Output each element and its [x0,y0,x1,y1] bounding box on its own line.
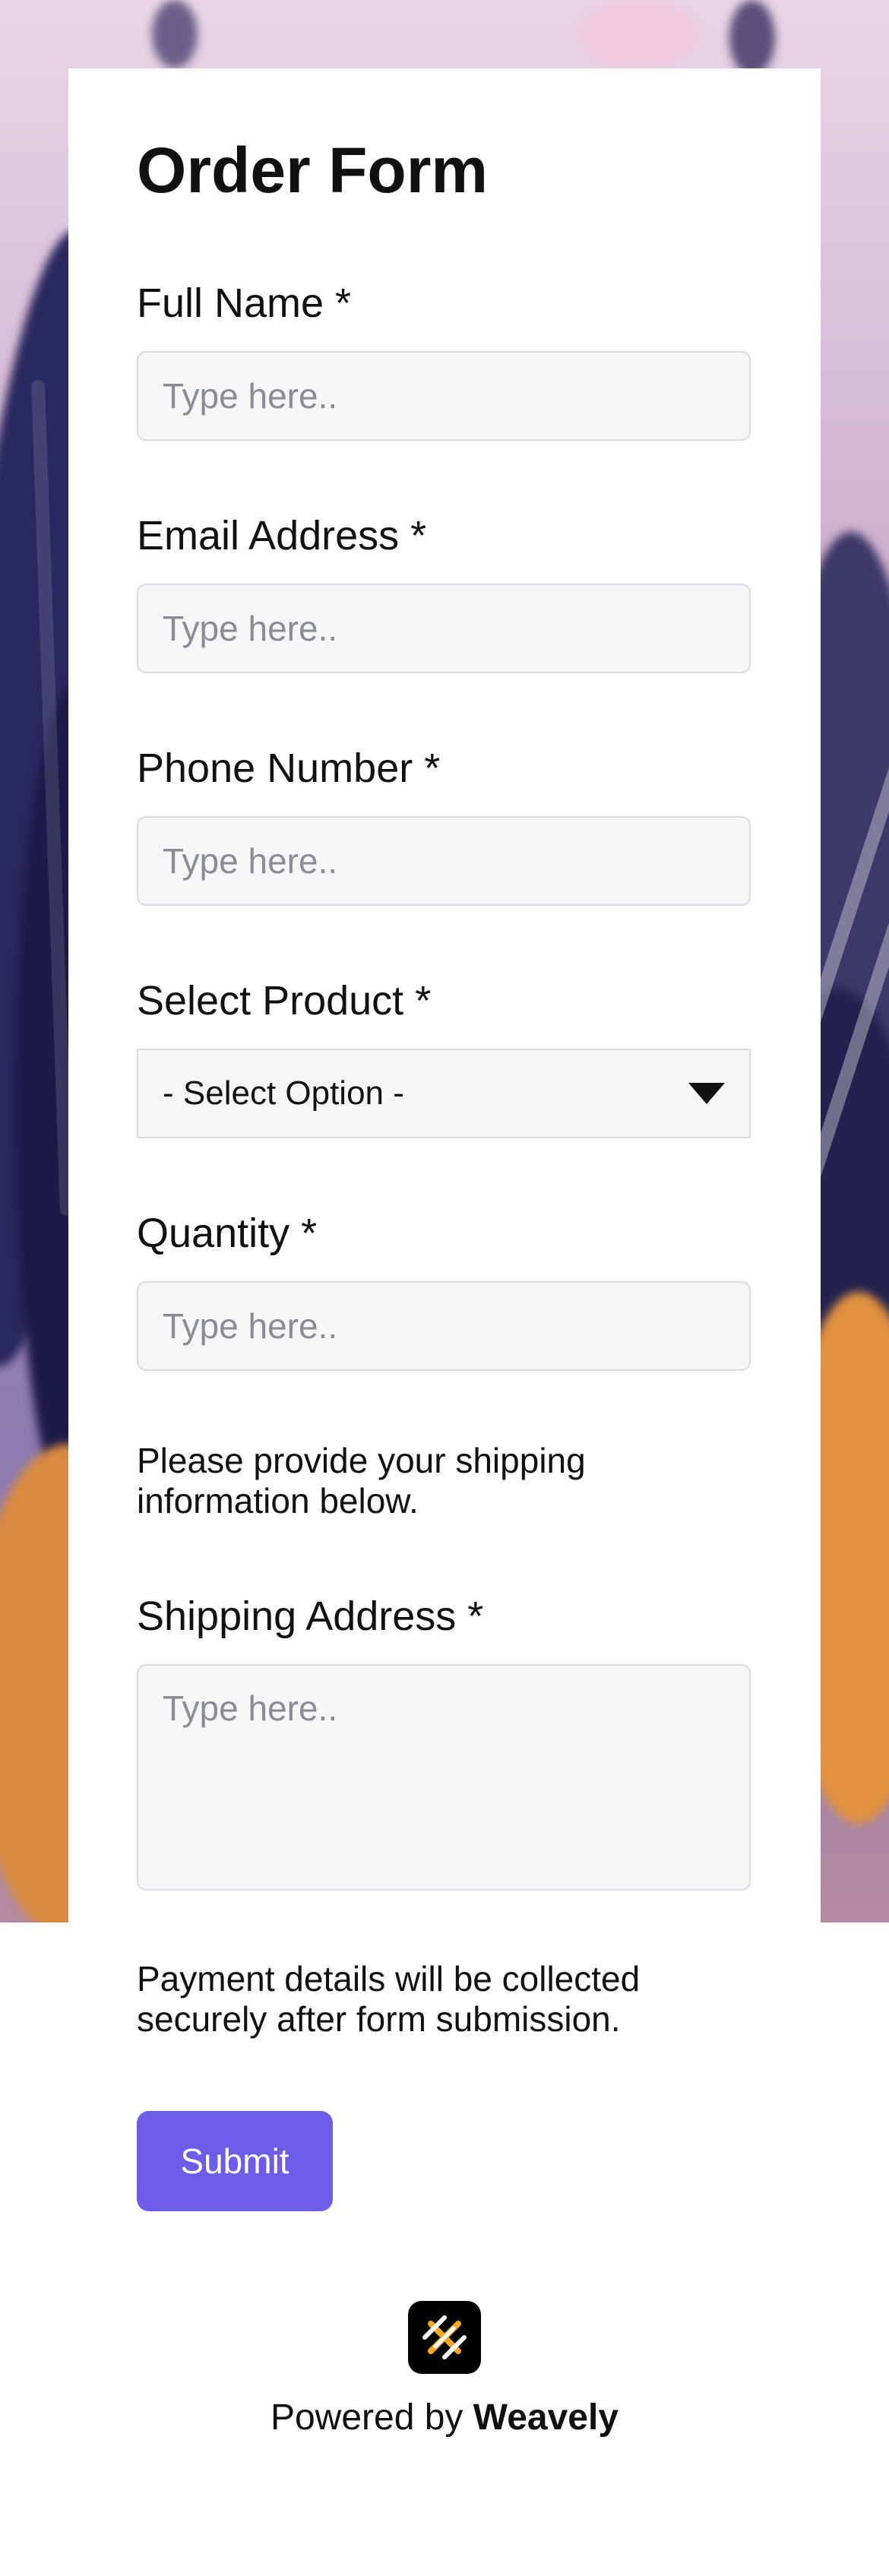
product-select-value: - Select Option - [163,1074,404,1112]
powered-by-prefix: Powered by [270,2397,463,2438]
submit-button[interactable]: Submit [137,2111,333,2211]
shipping-address-label: Shipping Address * [137,1593,484,1639]
phone-input[interactable] [137,816,751,906]
product-select[interactable]: - Select Option - [137,1049,751,1138]
shipping-address-input[interactable] [137,1664,751,1891]
quantity-label: Quantity * [137,1210,318,1256]
chevron-down-icon [688,1083,725,1104]
phone-label: Phone Number * [137,745,441,791]
shipping-note: Please provide your shipping information… [137,1441,586,1521]
payment-note: Payment details will be collected secure… [137,1959,641,2039]
quantity-input[interactable] [137,1281,751,1371]
full-name-label: Full Name * [137,280,352,326]
email-input[interactable] [137,584,751,673]
product-label: Select Product * [137,978,432,1024]
email-label: Email Address * [137,513,427,559]
powered-by: Powered by Weavely [0,2397,889,2438]
weavely-logo-mark [422,2315,467,2359]
powered-by-brand[interactable]: Weavely [473,2397,619,2438]
form-card: Order Form Full Name * Email Address * P… [68,68,821,1923]
weavely-logo-icon[interactable] [408,2301,481,2374]
full-name-input[interactable] [137,351,751,441]
form-title: Order Form [137,134,489,206]
